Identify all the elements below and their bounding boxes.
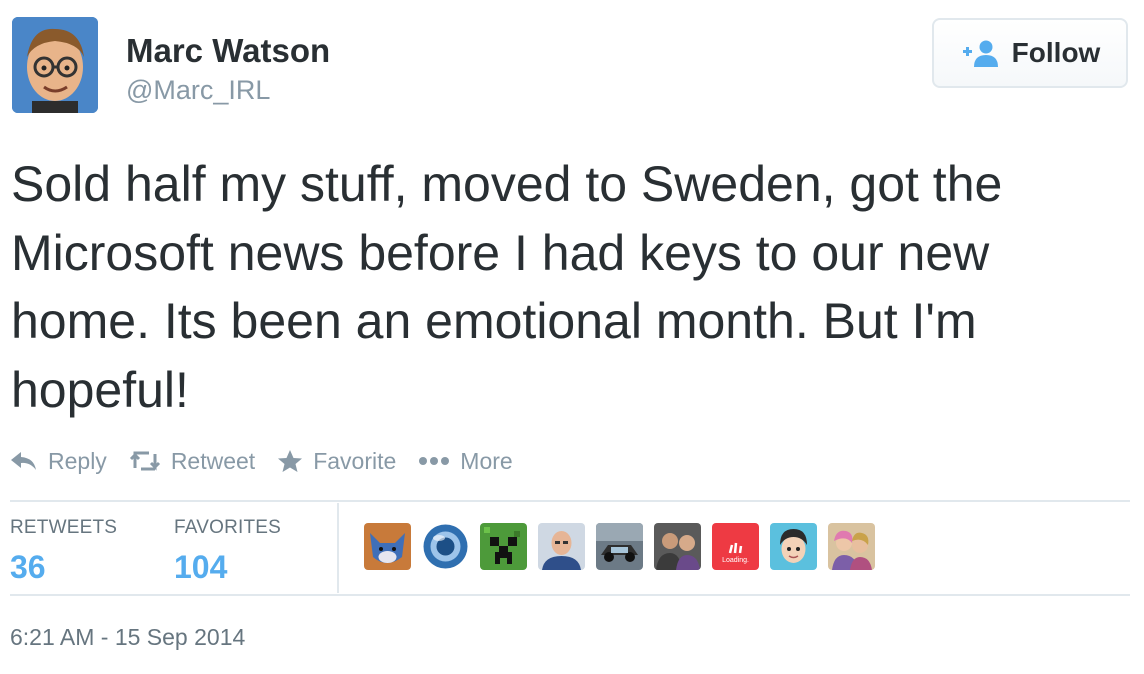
- chrome-orb-avatar-icon: [422, 523, 469, 570]
- user-avatar[interactable]: [12, 17, 98, 113]
- more-button[interactable]: More: [418, 447, 513, 475]
- favorites-count: 104: [174, 549, 228, 585]
- reply-icon: [11, 452, 36, 470]
- favoriter-avatar[interactable]: [364, 523, 411, 570]
- follow-label: Follow: [1011, 37, 1101, 68]
- retweet-button[interactable]: Retweet: [129, 448, 255, 475]
- favorites-label: FAVORITES: [174, 517, 282, 538]
- favoriter-avatar[interactable]: [422, 523, 469, 570]
- loading-text: Loading.: [722, 557, 749, 564]
- tweet-timestamp[interactable]: 6:21 AM - 15 Sep 2014: [10, 624, 245, 651]
- couple-photo-avatar-icon: [828, 523, 875, 570]
- retweets-label: RETWEETS: [10, 517, 118, 538]
- favoriter-avatar[interactable]: [828, 523, 875, 570]
- stats-bottom-divider: [10, 594, 1130, 596]
- cartoon-avatar-icon: [12, 17, 98, 113]
- retweet-label: Retweet: [170, 447, 256, 474]
- retweet-icon: [129, 451, 160, 471]
- stats-vertical-divider: [337, 503, 339, 593]
- creeper-avatar-icon: [480, 523, 527, 570]
- favoriter-avatar[interactable]: [596, 523, 643, 570]
- retweets-stat[interactable]: RETWEETS 36: [10, 517, 117, 586]
- add-user-icon: [962, 40, 998, 67]
- tweet-text: Sold half my stuff, moved to Sweden, got…: [11, 156, 1003, 418]
- favoriter-avatars: Loading.: [364, 523, 886, 570]
- favorites-stat[interactable]: FAVORITES 104: [174, 517, 281, 586]
- man-avatar-icon: [538, 523, 585, 570]
- favoriter-avatar[interactable]: [654, 523, 701, 570]
- favoriter-avatar[interactable]: [770, 523, 817, 570]
- car-photo-avatar-icon: [596, 523, 643, 570]
- group-photo-avatar-icon: [654, 523, 701, 570]
- follow-button[interactable]: Follow: [932, 18, 1128, 88]
- favoriter-avatar[interactable]: [480, 523, 527, 570]
- more-dots-icon: [419, 457, 450, 465]
- favoriter-avatar[interactable]: [538, 523, 585, 570]
- favoriter-avatar[interactable]: Loading.: [712, 523, 759, 570]
- favorite-label: Favorite: [313, 447, 397, 474]
- more-label: More: [460, 447, 513, 474]
- tweet-actions: Reply Retweet Favorite More: [10, 443, 535, 479]
- favorite-button[interactable]: Favorite: [277, 448, 396, 475]
- stats-top-divider: [10, 500, 1130, 502]
- user-name[interactable]: Marc Watson: [126, 32, 330, 70]
- cartoon-boy-avatar-icon: [770, 523, 817, 570]
- wolf-avatar-icon: [364, 523, 411, 570]
- retweets-count: 36: [10, 549, 46, 585]
- star-icon: [278, 450, 303, 472]
- reply-button[interactable]: Reply: [10, 448, 107, 475]
- reply-label: Reply: [48, 447, 107, 474]
- user-handle[interactable]: @Marc_IRL: [126, 75, 270, 106]
